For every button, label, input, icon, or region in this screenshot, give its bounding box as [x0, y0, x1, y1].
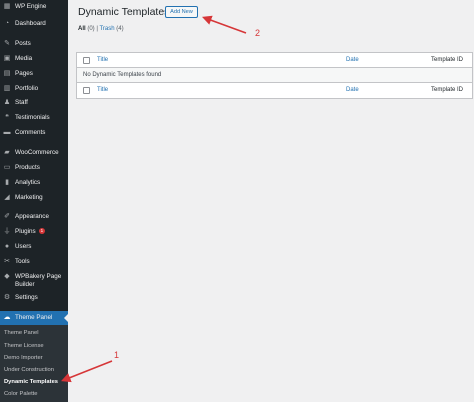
arrow-2 [201, 15, 247, 34]
annotation-number-1: 1 [114, 350, 120, 360]
annotation-arrows [61, 15, 247, 383]
annotation-number-2: 2 [255, 28, 261, 38]
arrow-1 [61, 360, 113, 383]
